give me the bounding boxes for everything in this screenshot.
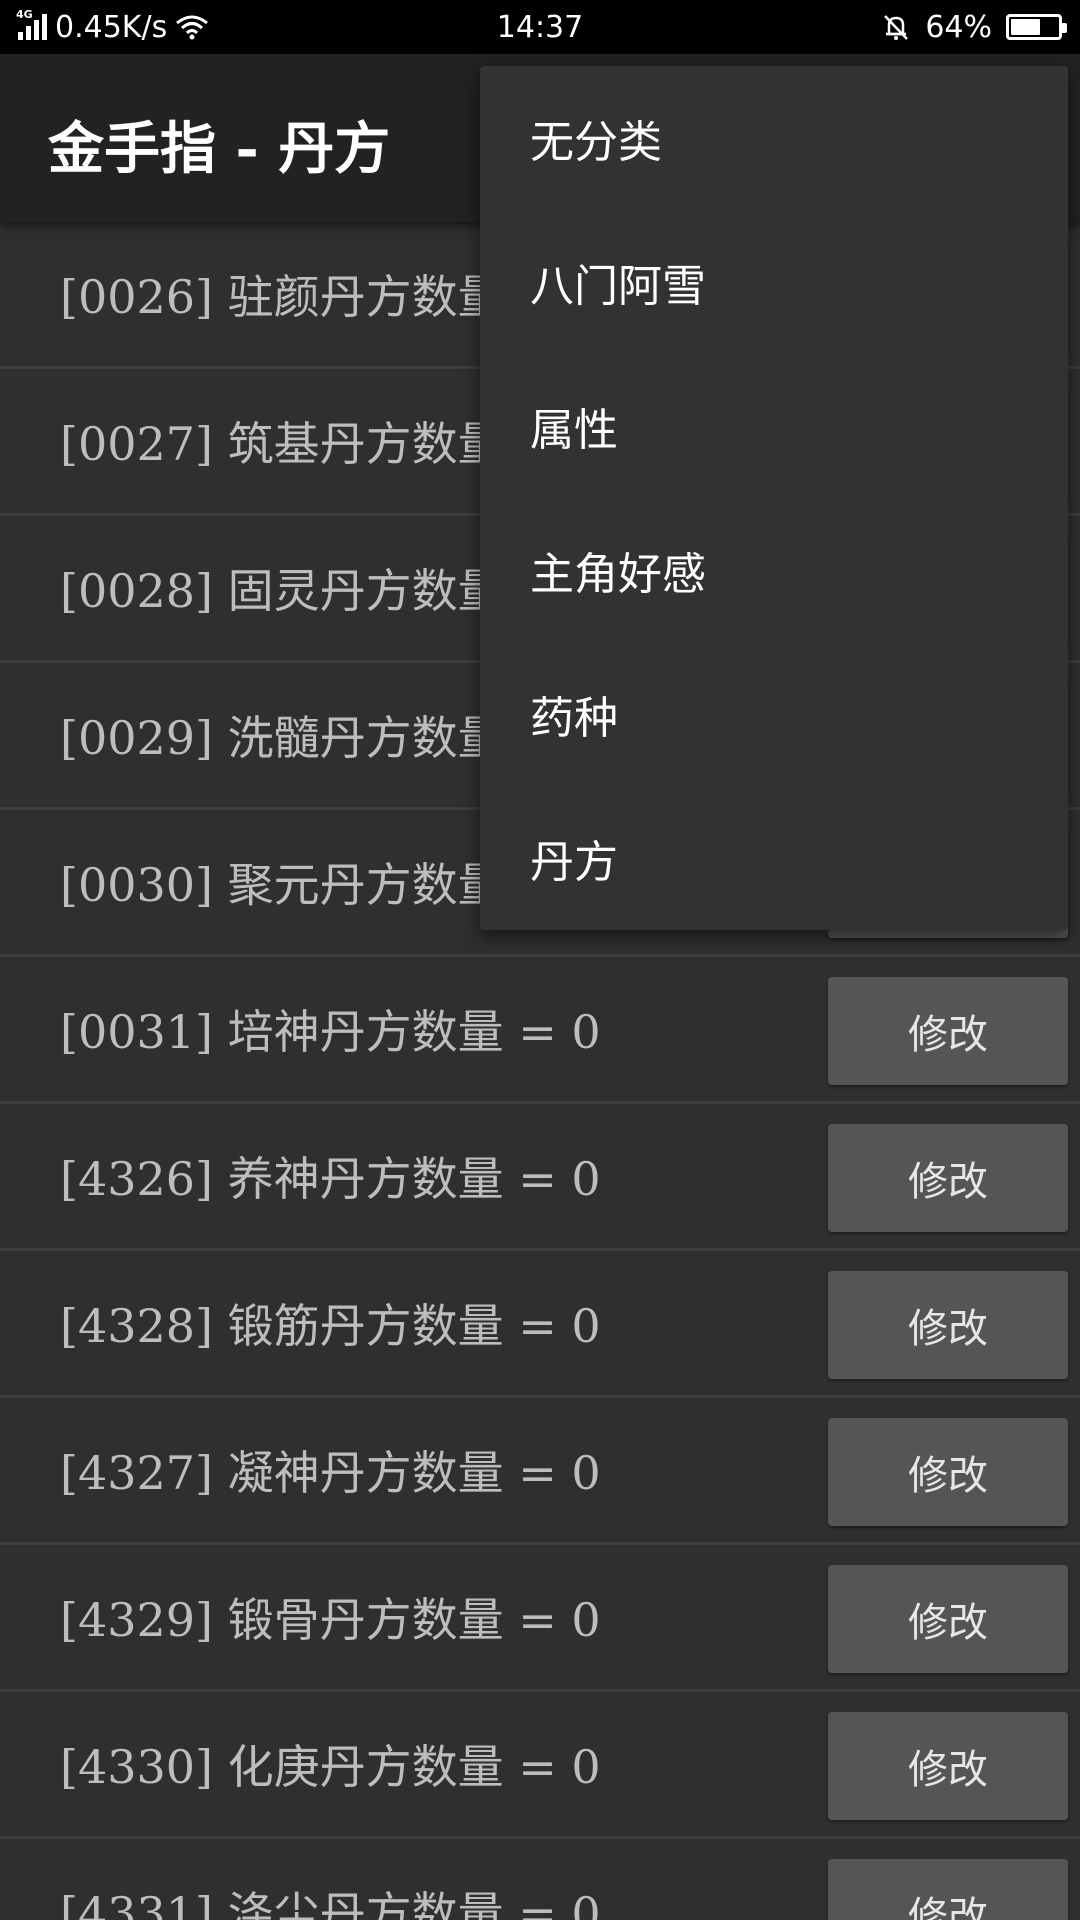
menu-item[interactable]: 属性: [480, 354, 1068, 498]
list-item-label: [4326] 养神丹方数量 = 0: [60, 1152, 601, 1206]
battery-fill: [1011, 19, 1041, 35]
list-item-label: [4327] 凝神丹方数量 = 0: [60, 1446, 601, 1500]
list-item: [4330] 化庚丹方数量 = 0 修改: [0, 1692, 1080, 1839]
wifi-icon: [176, 15, 209, 40]
network-speed: 0.45K/s: [55, 9, 168, 45]
list-item: [4326] 养神丹方数量 = 0 修改: [0, 1104, 1080, 1251]
list-item-label: [0031] 培神丹方数量 = 0: [60, 1005, 601, 1059]
edit-button[interactable]: 修改: [828, 1859, 1068, 1920]
menu-item[interactable]: 八门阿雪: [480, 210, 1068, 354]
list-item: [0031] 培神丹方数量 = 0 修改: [0, 957, 1080, 1104]
edit-button[interactable]: 修改: [828, 977, 1068, 1085]
clock: 14:37: [496, 9, 584, 45]
edit-button[interactable]: 修改: [828, 1418, 1068, 1526]
list-item: [4328] 锻筋丹方数量 = 0 修改: [0, 1251, 1080, 1398]
list-item-label: [4329] 锻骨丹方数量 = 0: [60, 1593, 601, 1647]
page-title: 金手指 - 丹方: [48, 116, 391, 182]
edit-button[interactable]: 修改: [828, 1271, 1068, 1379]
menu-item[interactable]: 药种: [480, 642, 1068, 786]
edit-button[interactable]: 修改: [828, 1124, 1068, 1232]
menu-item[interactable]: 无分类: [480, 66, 1068, 210]
menu-item[interactable]: 丹方: [480, 786, 1068, 930]
list-item-label: [4330] 化庚丹方数量 = 0: [60, 1740, 601, 1794]
app-screen: 4G 0.45K/s 14:37 64% 金手指 - 丹方 [0026] 驻颜丹…: [0, 0, 1080, 1920]
list-item: [4329] 锻骨丹方数量 = 0 修改: [0, 1545, 1080, 1692]
edit-button[interactable]: 修改: [828, 1565, 1068, 1673]
battery-icon: [1006, 14, 1067, 40]
list-item-label: [4328] 锻筋丹方数量 = 0: [60, 1299, 601, 1353]
list-item: [4331] 涤尘丹方数量 = 0 修改: [0, 1839, 1080, 1920]
menu-item[interactable]: 主角好感: [480, 498, 1068, 642]
list-item: [4327] 凝神丹方数量 = 0 修改: [0, 1398, 1080, 1545]
alarm-muted-icon: [884, 15, 909, 40]
battery-percent: 64%: [925, 9, 992, 45]
list-item-label: [4331] 涤尘丹方数量 = 0: [60, 1887, 601, 1920]
network-type: 4G: [16, 8, 33, 21]
category-dropdown-menu: 无分类 八门阿雪 属性 主角好感 药种 丹方: [480, 66, 1068, 930]
edit-button[interactable]: 修改: [828, 1712, 1068, 1820]
status-right: 64%: [881, 0, 1067, 54]
status-bar: 4G 0.45K/s 14:37 64%: [0, 0, 1080, 54]
status-left: 4G 0.45K/s: [16, 0, 209, 54]
cellular-signal-icon: 4G: [16, 8, 47, 40]
